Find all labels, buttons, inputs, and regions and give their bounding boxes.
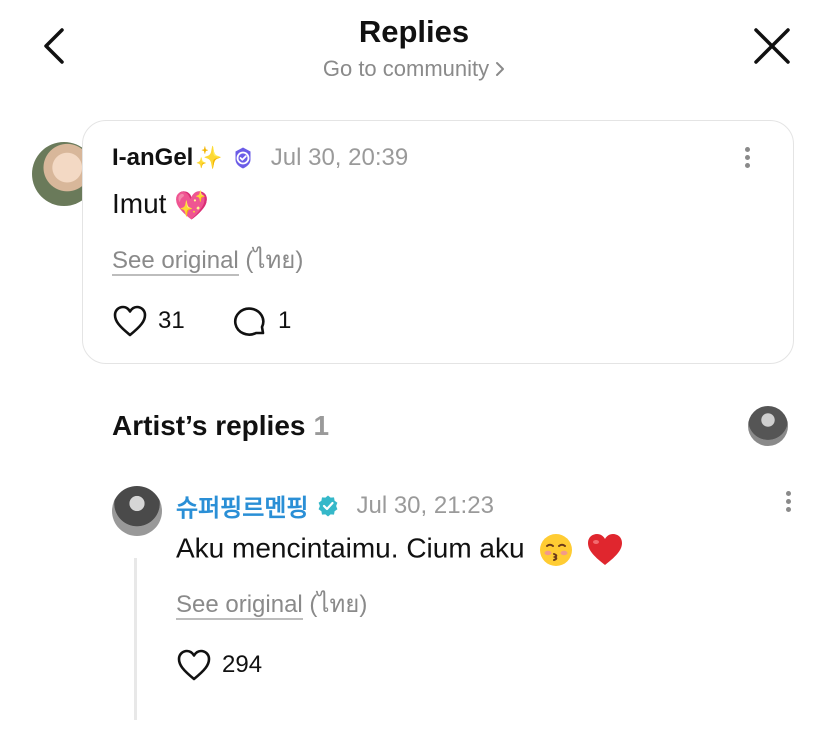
verified-badge-icon xyxy=(235,147,251,169)
close-button[interactable] xyxy=(750,24,794,68)
artist-reply-text: Aku mencintaimu. Cium aku xyxy=(176,532,624,568)
like-count: 31 xyxy=(158,307,185,334)
artist-reply-timestamp: Jul 30, 21:23 xyxy=(356,491,494,519)
red-heart-emoji-icon xyxy=(588,534,623,565)
heart-icon xyxy=(113,305,147,337)
artist-avatar[interactable] xyxy=(112,486,162,536)
reply-count: 1 xyxy=(278,307,292,334)
comment-text-content: Imut xyxy=(112,188,167,219)
chevron-right-icon xyxy=(495,57,505,83)
like-button[interactable]: 31 xyxy=(112,304,185,338)
artist-reply-text-content: Aku mencintaimu. Cium aku xyxy=(176,532,525,564)
username[interactable]: I-anGel xyxy=(112,144,193,172)
go-to-community-label: Go to community xyxy=(322,56,490,81)
artist-like-button[interactable]: 294 xyxy=(176,648,262,682)
comment-bubble-icon xyxy=(234,307,265,336)
see-original-link[interactable]: See original xyxy=(112,247,239,276)
artist-reply-header: 슈퍼핑르멘핑 Jul 30, 21:23 xyxy=(176,488,494,523)
artist-see-original: See original (ไทย) xyxy=(176,584,367,623)
thread-line xyxy=(134,558,137,720)
artist-replies-heading: Artist’s replies 1 xyxy=(112,410,329,442)
artist-username[interactable]: 슈퍼핑르멘핑 xyxy=(176,488,308,523)
header: Replies Go to community xyxy=(0,0,828,100)
artist-original-language: (ไทย) xyxy=(309,591,368,618)
comment-text: Imut 💖 xyxy=(112,188,209,222)
artist-replies-count: 1 xyxy=(313,410,330,441)
artist-like-count: 294 xyxy=(222,651,263,678)
original-language: (ไทย) xyxy=(245,247,304,274)
see-original: See original (ไทย) xyxy=(112,240,303,279)
heart-icon xyxy=(177,649,211,681)
artist-verified-badge-icon xyxy=(319,495,338,516)
reply-button[interactable]: 1 xyxy=(232,304,291,338)
artist-avatar-small[interactable] xyxy=(748,406,788,446)
sparkling-heart-emoji: 💖 xyxy=(174,190,210,222)
page-title: Replies xyxy=(358,14,470,49)
more-options-icon[interactable] xyxy=(741,144,753,174)
comment-header: I-anGel ✨ Jul 30, 20:39 xyxy=(112,144,408,172)
artist-see-original-link[interactable]: See original xyxy=(176,591,303,620)
timestamp: Jul 30, 20:39 xyxy=(270,144,409,171)
artist-more-options-icon[interactable] xyxy=(782,488,794,518)
kissing-face-emoji-icon xyxy=(540,534,573,566)
artist-replies-title: Artist’s replies xyxy=(112,410,306,441)
sparkle-emoji: ✨ xyxy=(195,145,223,170)
go-to-community-link[interactable]: Go to community xyxy=(0,56,828,83)
close-icon xyxy=(754,28,790,64)
